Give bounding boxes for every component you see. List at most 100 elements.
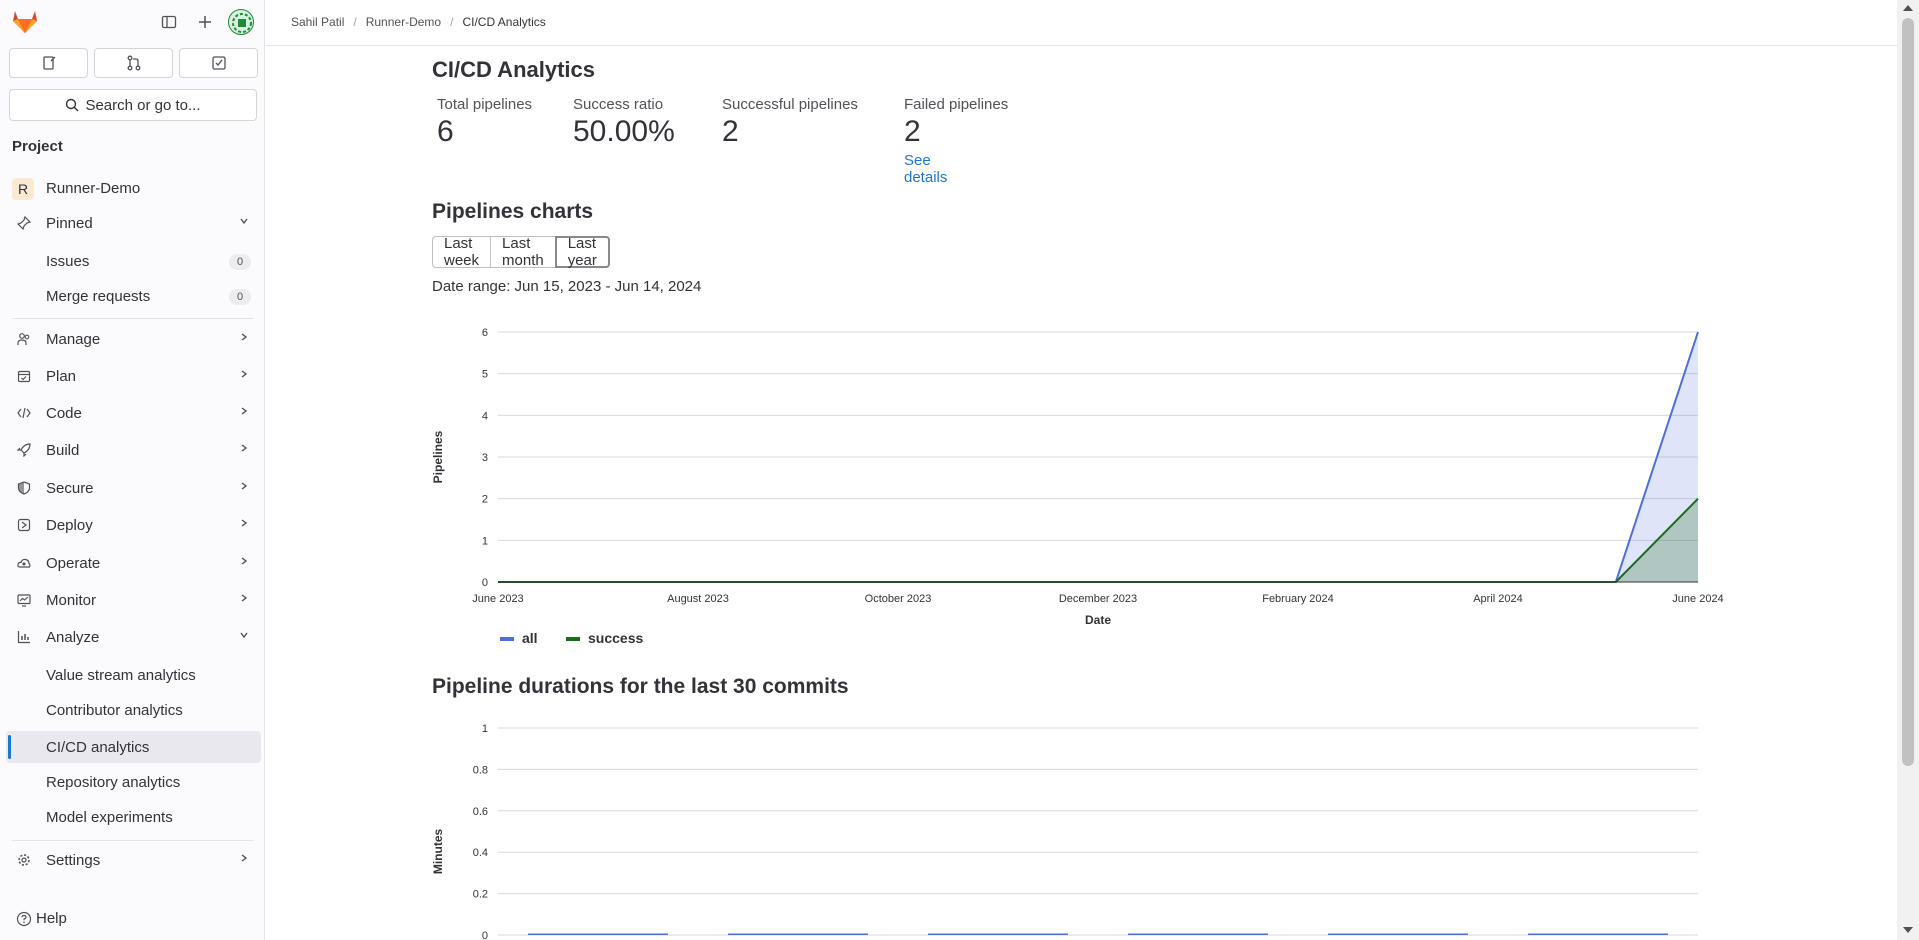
stat-value: 6 (437, 115, 454, 148)
chevron-down-icon (239, 215, 249, 229)
last-month-button[interactable]: Last month (490, 235, 556, 269)
sidebar-item-label: Contributor analytics (46, 701, 183, 719)
stat-successful-pipelines: Successful pipelines 2 (722, 96, 858, 149)
sidebar-item-merge-requests[interactable]: Merge requests 0 (6, 280, 261, 312)
search-button[interactable]: Search or go to... (9, 89, 257, 121)
durations-chart: 0 0.2 0.4 0.6 0.8 1 Minutes (431, 723, 1698, 940)
breadcrumb-user[interactable]: Sahil Patil (291, 15, 344, 29)
chevron-right-icon (239, 368, 249, 382)
sidebar-item-label: Issues (46, 252, 90, 270)
section-title: Project (12, 138, 63, 155)
stat-total-pipelines: Total pipelines 6 (437, 96, 532, 149)
plus-icon[interactable] (194, 11, 216, 33)
user-avatar[interactable] (228, 9, 254, 35)
calendar-icon (16, 368, 32, 384)
sidebar-item-analyze[interactable]: Analyze (6, 621, 261, 653)
project-avatar: R (12, 178, 34, 200)
project-link[interactable]: R Runner-Demo (6, 172, 261, 204)
duration-bar (528, 933, 668, 935)
sidebar-item-label: Code (46, 404, 82, 422)
stat-label: Success ratio (573, 96, 664, 113)
divider (12, 318, 253, 319)
gitlab-logo-icon[interactable] (11, 8, 39, 34)
sidebar-item-repository-analytics[interactable]: Repository analytics (6, 766, 261, 798)
stat-value: 50.00% (573, 115, 675, 148)
todo-icon (211, 56, 226, 70)
sidebar-item-deploy[interactable]: Deploy (6, 509, 261, 541)
scrollbar[interactable] (1897, 0, 1919, 940)
sidebar-item-issues[interactable]: Issues 0 (6, 245, 261, 277)
y-axis-label: Pipelines (431, 430, 445, 483)
sidebar-item-value-stream-analytics[interactable]: Value stream analytics (6, 659, 261, 691)
duration-bar (1328, 933, 1468, 935)
sidebar-item-label: Secure (46, 479, 94, 497)
users-icon (16, 331, 32, 347)
chevron-right-icon (239, 480, 249, 494)
chevron-right-icon (239, 405, 249, 419)
sidebar-item-build[interactable]: Build (6, 434, 261, 466)
y-tick-label: 0.8 (473, 764, 488, 776)
sidebar-item-label: Manage (46, 330, 101, 348)
y-tick-label: 1 (482, 535, 488, 547)
x-tick-label: April 2024 (1473, 593, 1523, 605)
quick-actions (9, 48, 258, 78)
project-name: Runner-Demo (46, 179, 141, 197)
help-button[interactable]: Help (16, 910, 67, 927)
date-range-selector: Last week Last month Last year (432, 235, 610, 269)
stat-label: Successful pipelines (722, 96, 858, 113)
sidebar-item-manage[interactable]: Manage (6, 323, 261, 355)
legend-label-success: success (588, 630, 643, 646)
sidebar: Search or go to... Project R Runner-Demo… (0, 0, 265, 940)
sidebar-item-label: Build (46, 441, 80, 459)
code-icon (16, 405, 32, 421)
sidebar-item-cicd-analytics[interactable]: CI/CD analytics (6, 731, 261, 763)
deploy-icon (16, 517, 32, 533)
scrollbar-thumb[interactable] (1902, 18, 1914, 766)
help-label: Help (36, 910, 67, 927)
sidebar-item-label: CI/CD analytics (46, 738, 150, 756)
duration-bar (728, 933, 868, 935)
merge-requests-button[interactable] (94, 48, 173, 78)
x-tick-label: June 2023 (472, 593, 523, 605)
sidebar-item-operate[interactable]: Operate (6, 547, 261, 579)
chevron-right-icon (239, 517, 249, 531)
sidebar-item-plan[interactable]: Plan (6, 360, 261, 392)
breadcrumb-project[interactable]: Runner-Demo (366, 15, 441, 29)
sidebar-item-label: Pinned (46, 214, 93, 232)
stat-failed-pipelines: Failed pipelines 2 (904, 96, 1008, 149)
rocket-icon (16, 442, 32, 458)
chevron-right-icon (239, 592, 249, 606)
last-year-button[interactable]: Last year (554, 235, 610, 269)
see-details-link[interactable]: See details (904, 152, 947, 186)
sidebar-item-secure[interactable]: Secure (6, 472, 261, 504)
sidebar-item-model-experiments[interactable]: Model experiments (6, 801, 261, 833)
scroll-down-arrow-icon[interactable] (1903, 927, 1913, 933)
sidebar-item-label: Repository analytics (46, 773, 181, 791)
chevron-right-icon (239, 555, 249, 569)
todo-list-button[interactable] (179, 48, 258, 78)
sidebar-item-pinned[interactable]: Pinned (6, 207, 261, 239)
merge-request-icon (127, 55, 140, 71)
date-range-text: Date range: Jun 15, 2023 - Jun 14, 2024 (432, 278, 702, 295)
sidebar-toggle-icon[interactable] (158, 11, 180, 33)
chevron-right-icon (239, 442, 249, 456)
stat-label: Total pipelines (437, 96, 533, 113)
scroll-up-arrow-icon[interactable] (1903, 5, 1913, 11)
page-title: CI/CD Analytics (432, 57, 596, 82)
breadcrumb-separator: / (450, 15, 454, 29)
breadcrumb-current[interactable]: CI/CD Analytics (462, 15, 545, 29)
sidebar-item-code[interactable]: Code (6, 397, 261, 429)
chevron-down-icon (239, 629, 249, 643)
duration-bar (928, 933, 1068, 935)
sidebar-item-label: Settings (46, 851, 101, 869)
x-tick-label: December 2023 (1059, 593, 1137, 605)
legend-label-all: all (522, 630, 538, 646)
pipelines-chart: 0 1 2 3 4 5 6 June 2023 August 2023 October 2023 D… (431, 327, 1724, 646)
sidebar-item-settings[interactable]: Settings (6, 844, 261, 876)
x-tick-label: June 2024 (1672, 593, 1723, 605)
y-tick-label: 3 (482, 452, 488, 464)
sidebar-item-monitor[interactable]: Monitor (6, 584, 261, 616)
assigned-issues-button[interactable] (9, 48, 88, 78)
last-week-button[interactable]: Last week (432, 235, 492, 269)
sidebar-item-contributor-analytics[interactable]: Contributor analytics (6, 694, 261, 726)
